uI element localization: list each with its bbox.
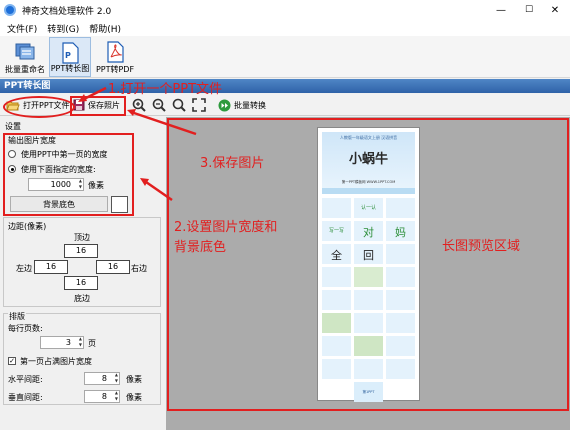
step1-annotation: 1.打开一个PPT文件	[108, 82, 223, 97]
annotation-arrows	[78, 86, 197, 202]
step2-annotation-line2: 背景底色	[174, 240, 227, 255]
step2-annotation-line1: 2.设置图片宽度和	[174, 220, 278, 235]
step3-annotation: 3.保存图片	[200, 156, 265, 171]
